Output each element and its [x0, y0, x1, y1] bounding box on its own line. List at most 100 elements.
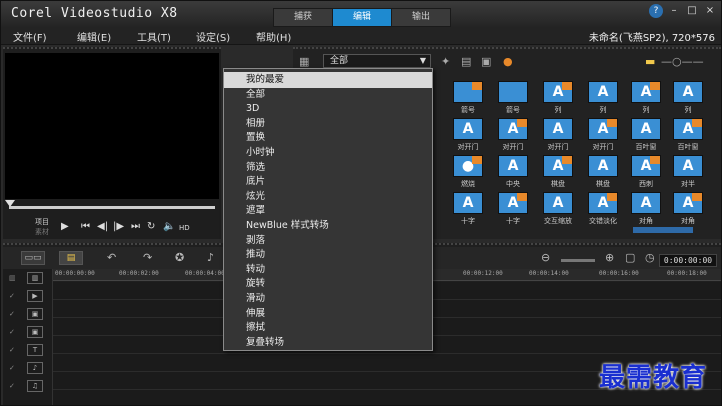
redo-icon[interactable]: ↷	[143, 251, 152, 264]
video-track-icon[interactable]: ▶	[27, 290, 43, 302]
transition-thumbnail[interactable]: A	[543, 81, 573, 103]
title-track-icon[interactable]: T	[27, 344, 43, 356]
transition-thumbnail[interactable]: A	[673, 81, 703, 103]
track-visible-icon[interactable]: ✓	[9, 310, 15, 318]
dropdown-item[interactable]: 筛选	[224, 160, 432, 176]
track-visible-icon[interactable]: ✓	[9, 382, 15, 390]
transition-thumbnail[interactable]: A	[498, 192, 528, 214]
undo-icon[interactable]: ↶	[107, 251, 116, 264]
dropdown-item[interactable]: 推动	[224, 247, 432, 263]
transition-thumbnail[interactable]: A	[631, 118, 661, 140]
menu-tools[interactable]: 工具(T)	[137, 29, 171, 44]
zoom-slider[interactable]	[561, 259, 595, 262]
dropdown-item[interactable]: 小时钟	[224, 145, 432, 161]
help-icon[interactable]: ?	[649, 4, 663, 18]
dropdown-item[interactable]: 置换	[224, 130, 432, 146]
transition-thumbnail[interactable]: A	[543, 118, 573, 140]
transition-thumbnail[interactable]: A	[588, 118, 618, 140]
tab-edit[interactable]: 编辑	[332, 8, 392, 27]
play-icon[interactable]: ▶	[61, 221, 69, 232]
dropdown-item[interactable]: 伸展	[224, 306, 432, 322]
transition-thumbnail[interactable]: A	[673, 192, 703, 214]
transition-thumbnail[interactable]: A	[453, 118, 483, 140]
fit-project-icon[interactable]: ▢	[625, 251, 635, 264]
prev-frame-icon[interactable]: ◀|	[97, 221, 108, 232]
hd-label[interactable]: HD	[179, 224, 190, 232]
close-icon[interactable]: ×	[703, 4, 717, 18]
transition-thumbnail[interactable]: A	[543, 155, 573, 177]
sort-icon[interactable]: ▬	[645, 55, 655, 68]
dropdown-item[interactable]: 滑动	[224, 291, 432, 307]
music-track-icon[interactable]: ♫	[27, 380, 43, 392]
volume-icon[interactable]: 🔈	[163, 221, 175, 232]
dropdown-item[interactable]: NewBlue 样式转场	[224, 218, 432, 234]
menu-edit[interactable]: 编辑(E)	[77, 29, 111, 44]
transition-thumbnail[interactable]	[453, 81, 483, 103]
dropdown-item[interactable]: 转动	[224, 262, 432, 278]
dropdown-item[interactable]: 炫光	[224, 189, 432, 205]
scrubber-bar[interactable]	[9, 206, 215, 209]
transition-thumbnail[interactable]: A	[588, 192, 618, 214]
menu-file[interactable]: 文件(F)	[13, 29, 47, 44]
overlay-track-icon[interactable]: ▣	[27, 308, 43, 320]
transition-thumbnail[interactable]: A	[453, 192, 483, 214]
track-visible-icon[interactable]: ✓	[9, 346, 15, 354]
transition-thumbnail[interactable]: A	[673, 118, 703, 140]
clip-mode-label[interactable]: 素材	[35, 227, 49, 237]
record-capture-icon[interactable]: ✪	[175, 251, 184, 264]
track-visible-icon[interactable]: ✓	[9, 292, 15, 300]
storyboard-view-button[interactable]: ▭▭	[21, 251, 45, 265]
dropdown-item[interactable]: 我的最爱	[224, 72, 432, 88]
apply-all-icon[interactable]: ▤	[461, 55, 471, 68]
transition-thumbnail[interactable]: A	[631, 155, 661, 177]
dropdown-item[interactable]: 擦拭	[224, 320, 432, 336]
favorite-add-icon[interactable]: ✦	[441, 55, 450, 68]
tab-capture[interactable]: 捕获	[273, 8, 333, 27]
track-visible-icon[interactable]: ✓	[9, 364, 15, 372]
menu-help[interactable]: 帮助(H)	[256, 29, 291, 44]
dropdown-item[interactable]: 3D	[224, 101, 432, 117]
transition-thumbnail[interactable]: A	[543, 192, 573, 214]
transition-thumbnail[interactable]: A	[498, 118, 528, 140]
track-visible-icon[interactable]: ✓	[9, 328, 15, 336]
track-manager-icon[interactable]: ▥	[27, 272, 43, 284]
go-start-icon[interactable]: ⏮	[81, 221, 90, 232]
transition-thumbnail[interactable]: A	[631, 81, 661, 103]
voice-track-icon[interactable]: ♪	[27, 362, 43, 374]
next-frame-icon[interactable]: |▶	[113, 221, 124, 232]
dropdown-item[interactable]: 复叠转场	[224, 335, 432, 351]
dropdown-item[interactable]: 遮罩	[224, 203, 432, 219]
dropdown-item[interactable]: 底片	[224, 174, 432, 190]
project-mode-label[interactable]: 项目	[35, 217, 49, 227]
dropdown-item[interactable]: 全部	[224, 87, 432, 103]
random-apply-icon[interactable]: ▣	[481, 55, 491, 68]
category-select[interactable]: 全部 ▼	[323, 54, 431, 68]
timeline-view-button[interactable]: ▤	[59, 251, 83, 265]
library-scrollbar[interactable]	[633, 227, 693, 233]
timeline-timecode[interactable]: 0:00:00:00	[659, 254, 717, 267]
zoom-in-icon[interactable]: ⊕	[605, 251, 614, 264]
tab-share[interactable]: 输出	[391, 8, 451, 27]
transition-thumbnail[interactable]: A	[498, 155, 528, 177]
transition-thumbnail[interactable]	[498, 81, 528, 103]
menu-settings[interactable]: 设定(S)	[196, 29, 230, 44]
go-end-icon[interactable]: ⏭	[131, 221, 140, 232]
transition-thumbnail[interactable]: ●	[453, 155, 483, 177]
overlay-track-icon[interactable]: ▣	[27, 326, 43, 338]
dropdown-item[interactable]: 相册	[224, 116, 432, 132]
repeat-icon[interactable]: ↻	[147, 221, 155, 232]
dropdown-item[interactable]: 旋转	[224, 276, 432, 292]
transition-thumbnail[interactable]: A	[588, 81, 618, 103]
info-icon[interactable]: ●	[503, 55, 513, 68]
transition-thumbnail[interactable]: A	[673, 155, 703, 177]
transition-thumbnail[interactable]: A	[631, 192, 661, 214]
maximize-icon[interactable]: □	[685, 4, 699, 18]
library-folder-icon[interactable]: ▦	[299, 55, 309, 68]
zoom-out-icon[interactable]: ⊖	[541, 251, 550, 264]
track-toggle-icon[interactable]: ▥	[9, 274, 16, 282]
transition-thumbnail[interactable]: A	[588, 155, 618, 177]
thumb-size-slider-icon[interactable]: —○——	[661, 55, 704, 68]
minimize-icon[interactable]: –	[667, 4, 681, 18]
sound-mixer-icon[interactable]: ♪	[207, 251, 214, 264]
dropdown-item[interactable]: 剥落	[224, 233, 432, 249]
